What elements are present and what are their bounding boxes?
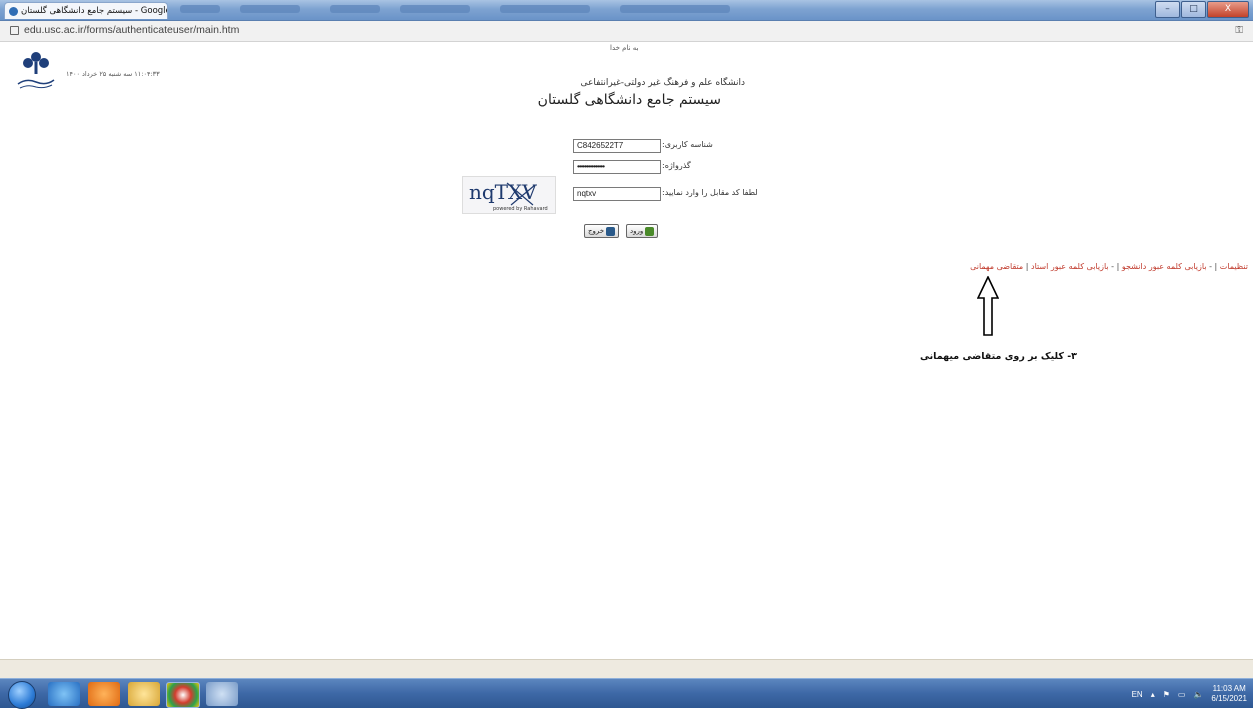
door-exit-icon — [606, 226, 616, 236]
login-button[interactable]: ورود — [626, 224, 659, 238]
volume-icon[interactable]: 🔈 — [1193, 690, 1203, 699]
link-separator: | - — [1108, 262, 1120, 271]
minimize-button[interactable]: – — [1155, 1, 1180, 18]
username-input[interactable]: C8426522T7 — [573, 139, 661, 153]
address-bar: edu.usc.ac.ir/forms/authenticateuser/mai… — [0, 21, 1253, 42]
datetime-text: ۱۱:۰۴:۳۳ سه شنبه ۲۵ خرداد ۱۴۰۰ — [66, 70, 160, 78]
paint-icon[interactable] — [206, 682, 238, 706]
blurred-tab — [400, 5, 470, 13]
key-icon[interactable]: ⚿ — [1235, 25, 1243, 36]
browser-tab[interactable]: سیستم جامع دانشگاهی گلستان - Google Chro… — [4, 2, 168, 19]
university-subtitle: دانشگاه علم و فرهنگ غیر دولتی-غیرانتفاعی — [580, 78, 745, 88]
blurred-tab — [500, 5, 590, 13]
exit-button-label: خروج — [588, 227, 605, 235]
bismillah-text: به نام خدا — [610, 44, 639, 52]
system-tray: EN ▴ ⚑ ▭ 🔈 11:03 AM 6/15/2021 — [1132, 682, 1247, 706]
blurred-tab — [180, 5, 220, 13]
login-button-label: ورود — [630, 227, 644, 235]
media-player-icon[interactable] — [88, 682, 120, 706]
flag-icon[interactable]: ⚑ — [1163, 690, 1170, 699]
username-label: شناسه کاربری: — [662, 140, 713, 149]
window-controls: – □ X — [1154, 1, 1249, 18]
captcha-image: nqTXV powered by Rahavard — [462, 176, 556, 214]
link-student-password-recovery[interactable]: بازیابی کلمه عبور دانشجو — [1122, 262, 1207, 271]
link-professor-password-recovery[interactable]: بازیابی کلمه عبور استاد — [1031, 262, 1109, 271]
password-label: گذرواژه: — [662, 161, 691, 170]
network-icon[interactable]: ▭ — [1178, 690, 1186, 699]
lock-icon — [10, 26, 19, 35]
link-separator: | — [1023, 262, 1029, 271]
browser-bottom-band — [0, 659, 1253, 678]
link-separator: | - — [1206, 262, 1218, 271]
start-button[interactable] — [8, 681, 36, 709]
tab-title: سیستم جامع دانشگاهی گلستان - Google Chro… — [21, 6, 168, 16]
windows-taskbar: EN ▴ ⚑ ▭ 🔈 11:03 AM 6/15/2021 — [0, 678, 1253, 709]
link-settings[interactable]: تنظیمات — [1220, 262, 1248, 271]
internet-explorer-icon[interactable] — [48, 682, 80, 706]
instruction-text: ۳- کلیک بر روی متقاضی میهمانی — [920, 351, 1077, 362]
blurred-tab — [330, 5, 380, 13]
captcha-powered-text: powered by Rahavard — [493, 206, 548, 212]
clock-time: 11:03 AM — [1212, 684, 1246, 693]
chrome-icon[interactable] — [166, 682, 200, 708]
window-title-bar: سیستم جامع دانشگاهی گلستان - Google Chro… — [0, 0, 1253, 21]
exit-button[interactable]: خروج — [584, 224, 620, 238]
password-input[interactable]: ••••••••••••••• — [573, 160, 661, 174]
close-button[interactable]: X — [1207, 1, 1249, 18]
chrome-favicon-icon — [9, 7, 18, 16]
tray-arrow-icon[interactable]: ▴ — [1151, 690, 1155, 699]
university-logo-icon — [17, 52, 55, 89]
maximize-button[interactable]: □ — [1181, 1, 1206, 18]
captcha-input[interactable]: nqtxv — [573, 187, 661, 201]
clock-date: 6/15/2021 — [1211, 694, 1247, 703]
folder-icon[interactable] — [128, 682, 160, 706]
clock[interactable]: 11:03 AM 6/15/2021 — [1211, 684, 1247, 704]
language-indicator[interactable]: EN — [1132, 690, 1143, 699]
up-arrow-icon — [977, 276, 999, 336]
key-login-icon — [645, 226, 655, 236]
page-title: سیستم جامع دانشگاهی گلستان — [537, 92, 721, 108]
links-bar: تنظیمات | - بازیابی کلمه عبور دانشجو | -… — [970, 262, 1248, 271]
url-field[interactable]: edu.usc.ac.ir/forms/authenticateuser/mai… — [24, 24, 239, 36]
page-content: به نام خدا ۱۱:۰۴:۳۳ سه شنبه ۲۵ خرداد ۱۴۰… — [0, 42, 1253, 660]
captcha-label: لطفا کد مقابل را وارد نمایید: — [662, 188, 758, 197]
blurred-tab — [240, 5, 300, 13]
link-guest-applicant[interactable]: متقاضی مهمانی — [970, 262, 1023, 271]
blurred-tab — [620, 5, 730, 13]
